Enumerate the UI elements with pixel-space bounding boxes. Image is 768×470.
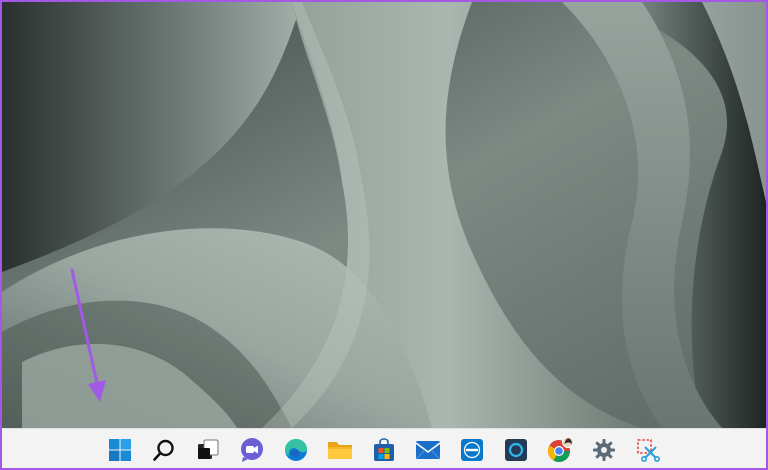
teams-chat-icon <box>241 437 263 462</box>
scissors-icon <box>637 438 660 462</box>
dell-icon <box>461 438 483 461</box>
snipping-tool-button[interactable] <box>630 432 666 468</box>
task-view-icon <box>198 439 219 459</box>
microsoft-store-button[interactable] <box>366 432 402 468</box>
folder-icon <box>328 441 352 459</box>
mail-icon <box>415 440 441 459</box>
edge-icon <box>285 438 307 461</box>
file-explorer-button[interactable] <box>322 432 358 468</box>
taskbar <box>2 428 766 468</box>
search-icon <box>153 439 174 461</box>
chrome-icon <box>548 435 574 462</box>
store-icon <box>374 437 394 461</box>
start-button[interactable] <box>102 432 138 468</box>
settings-button[interactable] <box>586 432 622 468</box>
cortana-button[interactable] <box>498 432 534 468</box>
cortana-icon <box>505 438 527 461</box>
search-button[interactable] <box>146 432 182 468</box>
dell-button[interactable] <box>454 432 490 468</box>
edge-button[interactable] <box>278 432 314 468</box>
gear-icon <box>593 438 615 461</box>
chrome-button[interactable] <box>542 432 578 468</box>
desktop-wallpaper <box>2 2 766 428</box>
teams-chat-button[interactable] <box>234 432 270 468</box>
desktop-screen <box>0 0 768 470</box>
mail-button[interactable] <box>410 432 446 468</box>
windows-logo-icon <box>109 438 131 461</box>
task-view-button[interactable] <box>190 432 226 468</box>
